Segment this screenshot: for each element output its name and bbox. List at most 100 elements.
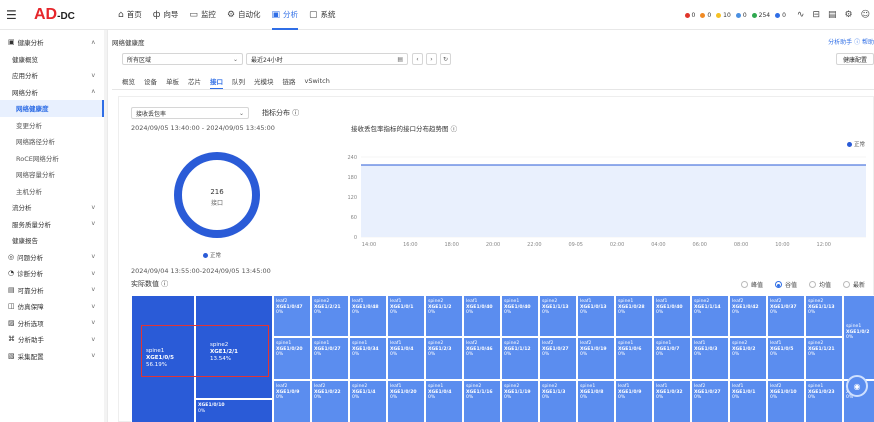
treemap-tile[interactable]: spine1 XGE1/0/2 0% [843,295,874,380]
sidebar-item-16[interactable]: ◫ 仿真保障 v [0,298,107,315]
tab-5[interactable]: 队列 [232,74,245,88]
treemap-tile[interactable]: leaf2 XGE1/0/47 0% [273,295,311,337]
treemap-tile[interactable]: XGE1/0/10 0% [195,399,273,422]
next-button[interactable]: › [426,53,437,65]
tab-6[interactable]: 光模块 [254,74,274,88]
treemap-tile[interactable]: spine1 XGE1/0/6 0% [615,337,653,380]
refresh-icon[interactable]: ↻ [440,53,451,65]
user-icon[interactable]: ☺ [861,10,870,20]
treemap-tile[interactable]: spine1 XGE1/0/40 0% [501,295,539,337]
treemap-tile[interactable]: leaf1 XGE1/0/20 0% [387,380,425,422]
time-select[interactable]: 最近24小时 ▤ [246,53,408,65]
treemap-tile[interactable]: leaf1 XGE1/0/5 0% [767,337,805,380]
alarm-count-2[interactable]: 10 [723,12,731,19]
sidebar-scrollbar[interactable] [104,30,107,422]
alarm-count-4[interactable]: 254 [759,12,770,19]
sidebar-item-19[interactable]: ▧ 采集配置 v [0,348,107,365]
sidebar-item-0[interactable]: ▣ 健康分析 ʌ [0,34,107,51]
gear-icon[interactable]: ⚙ [845,10,853,20]
treemap-tile[interactable]: spine1 XGE1/0/4 0% [425,380,463,422]
alarm-count-3[interactable]: 0 [743,12,747,19]
nav-item-4[interactable]: ▣ 分析 [271,0,298,30]
treemap-tile[interactable]: spine1 XGE1/0/27 0% [311,337,349,380]
nav-item-5[interactable]: ▢ 系统 [309,0,336,30]
metric-select[interactable]: 接收丢包率 ⌄ [131,107,249,119]
treemap-tile[interactable]: leaf1 XGE1/0/1 0% [729,380,767,422]
treemap-tile[interactable]: spine1 XGE1/0/8 0% [577,380,615,422]
treemap-tile[interactable]: leaf2 XGE1/0/19 0% [577,337,615,380]
tab-4[interactable]: 接口 [210,74,223,89]
region-select[interactable]: 所有区域 ⌄ [122,53,243,65]
treemap-tile[interactable]: spine2 XGE1/2/21 0% [311,295,349,337]
treemap-tile[interactable]: leaf2 XGE1/0/9 0% [273,380,311,422]
sidebar-item-18[interactable]: ⌘ 分析助手 v [0,331,107,348]
treemap-tile[interactable]: spine2 XGE1/1/4 0% [349,380,387,422]
app-logo[interactable]: AD -DC [34,6,96,24]
treemap-tile[interactable]: spine1 XGE1/0/34 0% [349,337,387,380]
nav-item-2[interactable]: ▭ 监控 [189,0,216,30]
document-icon[interactable]: ▤ [828,10,837,20]
treemap-tile[interactable]: spine2 XGE1/1/12 0% [501,337,539,380]
treemap-tile[interactable]: spine1 XGE1/0/20 0% [273,337,311,380]
treemap-tile[interactable]: leaf2 XGE1/0/27 0% [539,337,577,380]
health-config-button[interactable]: 健康配置 [835,53,874,65]
treemap-tile[interactable]: leaf1 XGE1/0/32 0% [653,380,691,422]
treemap-tile[interactable]: spine2 XGE1/1/3 0% [539,380,577,422]
prev-button[interactable]: ‹ [412,53,423,65]
monitor-icon[interactable]: ⊟ [812,10,820,20]
treemap-tile[interactable]: leaf2 XGE1/0/42 0% [729,295,767,337]
sidebar-item-14[interactable]: ◔ 诊断分析 v [0,265,107,282]
treemap-tile[interactable]: leaf2 XGE1/0/37 0% [767,295,805,337]
sidebar-item-15[interactable]: ▤ 可靠分析 v [0,282,107,299]
radio-1[interactable]: 谷值 [774,280,797,289]
tab-2[interactable]: 单板 [166,74,179,88]
assistant-float-button[interactable]: ◉ [846,375,868,397]
treemap-tile[interactable]: spine1 XGE1/0/7 0% [653,337,691,380]
nav-item-0[interactable]: ⌂ 首页 [118,0,142,30]
treemap-tile[interactable]: leaf1 XGE1/0/48 0% [349,295,387,337]
sidebar-item-4[interactable]: 网络健康度 [0,100,107,117]
alarm-count-5[interactable]: 0 [782,12,786,19]
sidebar-item-10[interactable]: 流分析 v [0,199,107,216]
nav-item-3[interactable]: ⚙ 自动化 [227,0,261,30]
tab-0[interactable]: 概览 [122,74,135,88]
treemap-tile[interactable]: leaf1 XGE1/0/40 0% [653,295,691,337]
helper-link[interactable]: 分析助手 ⓘ 帮助 [828,37,874,46]
sidebar-item-17[interactable]: ▨ 分析选项 v [0,315,107,332]
treemap-tile[interactable]: spine2 XGE1/1/13 0% [539,295,577,337]
treemap-tile[interactable]: spine2 XGE1/1/2 0% [425,295,463,337]
sidebar-item-3[interactable]: 网络分析 ʌ [0,84,107,101]
treemap-tile[interactable]: spine1 XGE1/0/28 0% [615,295,653,337]
tab-7[interactable]: 链路 [283,74,296,88]
sidebar-item-5[interactable]: 变更分析 [0,117,107,134]
treemap-tile[interactable]: leaf1 XGE1/0/13 0% [577,295,615,337]
radio-0[interactable]: 峰值 [740,280,763,289]
treemap-tile[interactable]: leaf1 XGE1/0/40 0% [463,295,501,337]
treemap-tile[interactable]: spine2 XGE1/1/16 0% [463,380,501,422]
sidebar-item-9[interactable]: 主机分析 [0,183,107,200]
tab-8[interactable]: vSwitch [305,74,330,88]
trend-line-chart[interactable]: 0 60 120 180 240 14:00 16:00 18:00 20:00 22:00 09-… [341,149,871,255]
nav-item-1[interactable]: ф 向导 [153,0,179,30]
menu-icon[interactable]: ☰ [6,8,20,22]
sidebar-item-8[interactable]: 网络容量分析 [0,166,107,183]
treemap-tile[interactable]: leaf2 XGE1/0/27 0% [691,380,729,422]
treemap-tile[interactable]: spine2 XGE1/2/3 0% [425,337,463,380]
sidebar-item-2[interactable]: 应用分析 v [0,67,107,84]
treemap-tile[interactable]: leaf1 XGE1/0/4 0% [387,337,425,380]
interface-treemap[interactable]: spine1 XGE1/0/5 56.19% spine2 XGE1/2/1 13.54%… [131,295,874,422]
radio-3[interactable]: 最新 [842,280,865,289]
treemap-tile[interactable]: leaf1 XGE1/0/9 0% [615,380,653,422]
sidebar-item-6[interactable]: 网络路径分析 [0,133,107,150]
treemap-tile[interactable]: spine2 XGE1/0/2 0% [729,337,767,380]
sidebar-item-12[interactable]: 健康报告 [0,232,107,249]
radio-2[interactable]: 均值 [808,280,831,289]
tab-1[interactable]: 设备 [144,74,157,88]
treemap-tile[interactable]: leaf2 XGE1/0/10 0% [767,380,805,422]
treemap-tile[interactable]: spine2 XGE1/1/14 0% [691,295,729,337]
treemap-tile[interactable]: leaf1 XGE1/0/1 0% [387,295,425,337]
link-icon[interactable]: ∿ [797,10,805,20]
alarm-count-0[interactable]: 0 [692,12,696,19]
sidebar-item-13[interactable]: ◎ 问题分析 v [0,249,107,266]
sidebar-item-7[interactable]: RoCE网络分析 [0,150,107,167]
